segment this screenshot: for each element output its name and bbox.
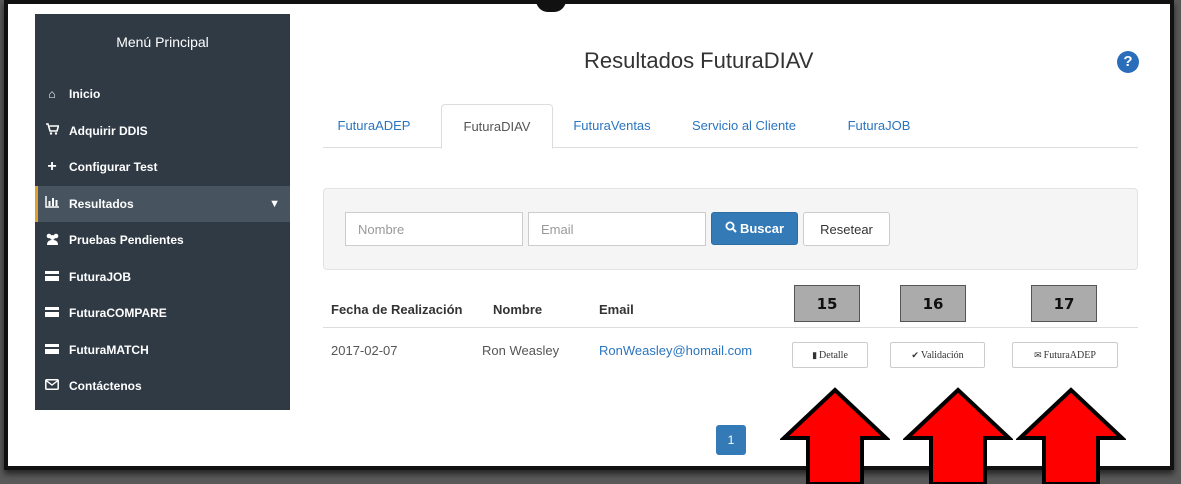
tab-servicio-al-cliente[interactable]: Servicio al Cliente — [673, 104, 815, 149]
sidebar-item-label: Resultados — [69, 196, 134, 211]
check-icon: ✔ — [911, 349, 919, 360]
sidebar-item-label: FuturaMATCH — [69, 342, 149, 357]
page-title: Resultados FuturaDIAV — [584, 48, 814, 73]
list-icon — [43, 306, 61, 320]
search-button[interactable]: Buscar — [711, 212, 798, 245]
sidebar-item-futuracompare[interactable]: FuturaCOMPARE — [35, 295, 290, 332]
envelope-icon — [43, 379, 61, 393]
column-header-nombre: Nombre — [493, 302, 543, 317]
cart-icon — [43, 123, 61, 138]
home-icon: ⌂ — [48, 87, 56, 102]
red-arrow-icon — [780, 387, 890, 484]
tab-futuraadep[interactable]: FuturaADEP — [323, 104, 425, 149]
sidebar-item-label: FuturaCOMPARE — [69, 306, 167, 321]
search-panel: Buscar Resetear — [323, 188, 1138, 270]
envelope-icon: ✉ — [1034, 349, 1042, 360]
sidebar-title: Menú Principal — [116, 34, 209, 50]
search-button-label: Buscar — [739, 221, 785, 236]
sidebar-item-label: FuturaJOB — [69, 269, 132, 284]
file-icon: ▮ — [812, 349, 818, 360]
sidebar-item-resultados[interactable]: Resultados ▼ — [35, 185, 290, 222]
help-icon[interactable]: ? — [1117, 51, 1139, 73]
sidebar-item-adquirir-ddis[interactable]: Adquirir DDIS — [35, 113, 290, 150]
futuraadep-button[interactable]: ✉ FuturaADEP — [1012, 342, 1118, 368]
tab-bar: FuturaADEP FuturaDIAV FuturaVentas Servi… — [323, 104, 1138, 149]
column-header-email: Email — [599, 302, 634, 317]
sidebar-item-label: Configurar Test — [69, 160, 158, 175]
search-icon — [725, 221, 737, 236]
reset-button[interactable]: Resetear — [803, 212, 890, 246]
sidebar-item-label: Pruebas Pendientes — [69, 233, 184, 248]
validacion-button-label: Validación — [920, 349, 964, 361]
validacion-button[interactable]: ✔ Validación — [890, 342, 985, 368]
annotation-label-15: 15 — [794, 285, 860, 322]
list-icon — [43, 343, 61, 357]
futuraadep-button-label: FuturaADEP — [1043, 349, 1096, 361]
sidebar-item-pruebas-pendientes[interactable]: Pruebas Pendientes — [35, 222, 290, 259]
sidebar-item-inicio[interactable]: ⌂ Inicio — [35, 76, 290, 113]
detalle-button[interactable]: ▮ Detalle — [792, 342, 868, 368]
list-icon — [43, 270, 61, 284]
sidebar-item-configurar-test[interactable]: + Configurar Test — [35, 149, 290, 186]
table-divider — [323, 327, 1138, 328]
plus-icon: + — [47, 158, 57, 176]
frame-pointer — [536, 0, 566, 12]
search-email-input[interactable] — [528, 212, 706, 246]
tab-futuraventas[interactable]: FuturaVentas — [559, 104, 665, 149]
annotation-label-16: 16 — [900, 285, 966, 322]
red-arrow-icon — [1016, 387, 1126, 484]
sidebar-item-label: Contáctenos — [69, 379, 142, 394]
users-icon — [43, 233, 61, 248]
sidebar-item-contactenos[interactable]: Contáctenos — [35, 368, 290, 405]
sidebar-item-futuramatch[interactable]: FuturaMATCH — [35, 332, 290, 369]
tab-futuradiav[interactable]: FuturaDIAV — [441, 104, 553, 149]
cell-fecha: 2017-02-07 — [331, 343, 398, 358]
detalle-button-label: Detalle — [819, 349, 848, 361]
search-name-input[interactable] — [345, 212, 523, 246]
sidebar-item-label: Inicio — [69, 87, 101, 102]
sidebar-item-futurajob[interactable]: FuturaJOB — [35, 259, 290, 296]
annotation-label-17: 17 — [1031, 285, 1097, 322]
red-arrow-icon — [903, 387, 1013, 484]
bar-chart-icon — [43, 196, 61, 211]
cell-email-link[interactable]: RonWeasley@homail.com — [599, 343, 752, 358]
pagination-page-1[interactable]: 1 — [716, 425, 746, 455]
sidebar: Menú Principal ⌂ Inicio Adquirir DDIS + … — [35, 14, 290, 410]
tab-futurajob[interactable]: FuturaJOB — [831, 104, 927, 149]
chevron-down-icon: ▼ — [269, 197, 280, 210]
sidebar-item-label: Adquirir DDIS — [69, 123, 148, 138]
column-header-fecha: Fecha de Realización — [331, 302, 463, 317]
cell-nombre: Ron Weasley — [482, 343, 560, 358]
